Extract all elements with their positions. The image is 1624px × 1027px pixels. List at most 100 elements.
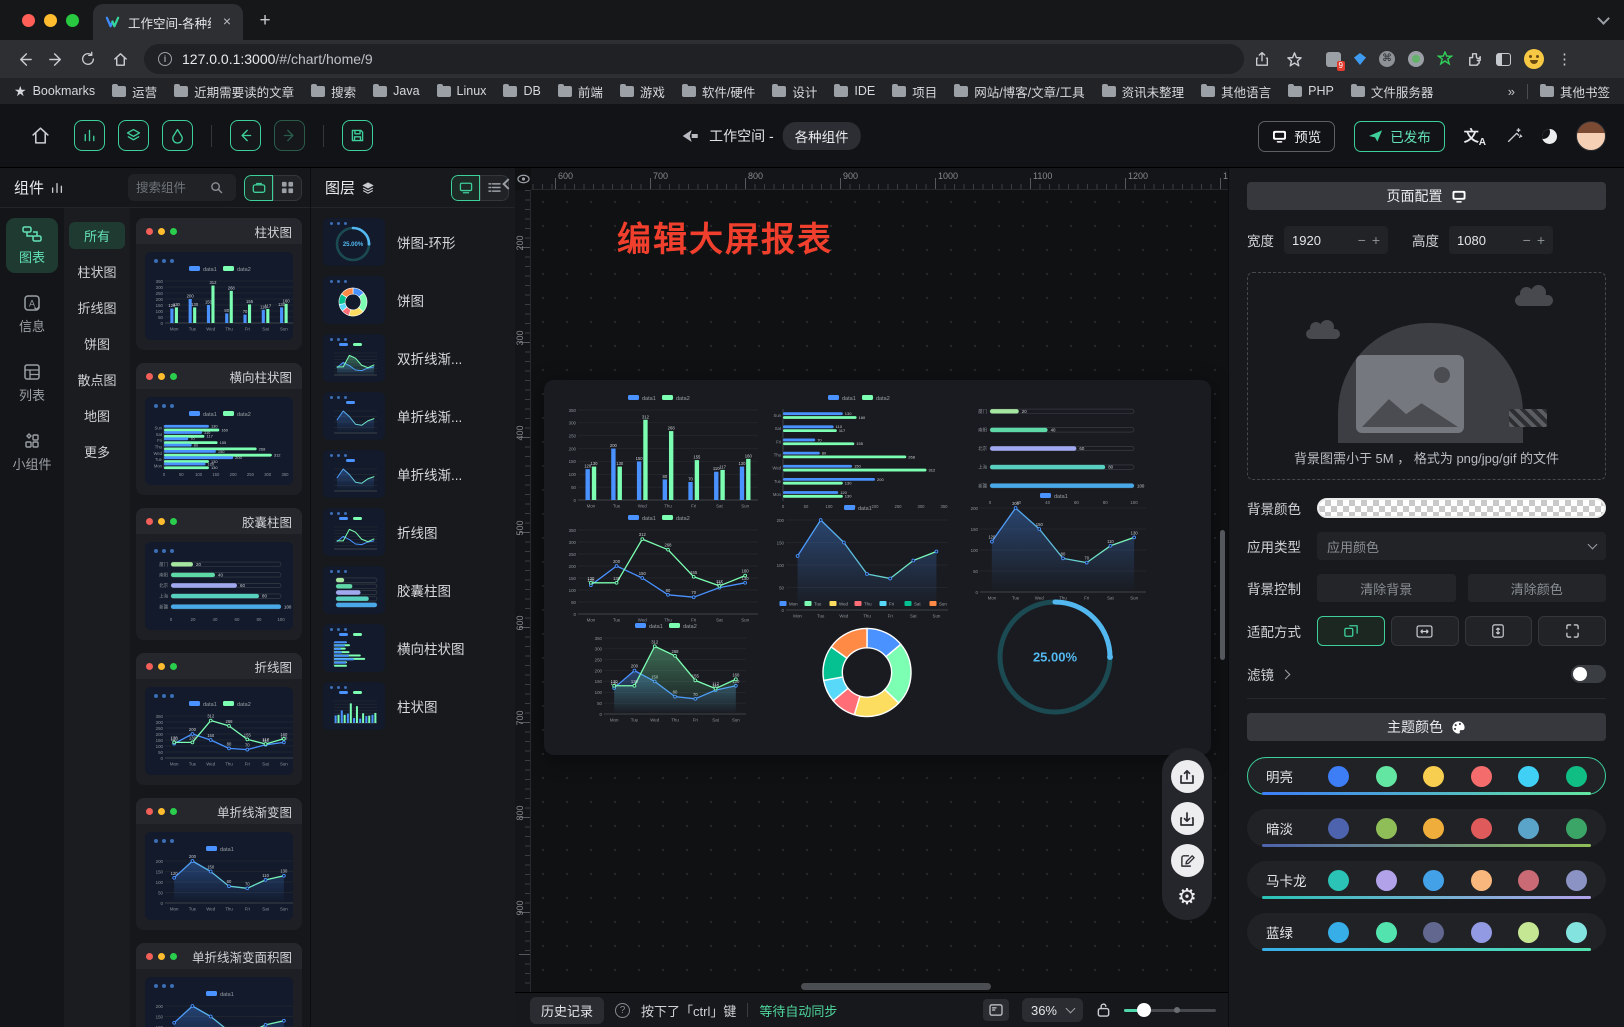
vertical-scrollbar[interactable] (1220, 530, 1225, 660)
layer-item[interactable]: 25.00%饼图-环形 (323, 218, 507, 266)
theme-color-dot[interactable] (1376, 818, 1397, 839)
minus-icon[interactable]: − (1358, 232, 1366, 248)
layers-panel-toggle[interactable] (118, 120, 149, 151)
side-panel-icon[interactable] (1496, 53, 1511, 66)
layer-item[interactable]: 单折线渐... (323, 392, 507, 440)
layer-item[interactable]: 柱状图 (323, 682, 507, 730)
extensions-puzzle-icon[interactable] (1466, 51, 1483, 68)
tab-close-icon[interactable]: × (219, 14, 235, 30)
theme-row-蓝绿[interactable]: 蓝绿 (1247, 913, 1606, 951)
preview-button[interactable]: 预览 (1258, 121, 1335, 152)
layer-list-view-toggle[interactable] (480, 175, 509, 201)
theme-color-dot[interactable] (1423, 766, 1444, 787)
bookmark-folder[interactable]: 软件/硬件 (682, 82, 755, 101)
download-action-button[interactable] (1171, 802, 1204, 835)
layer-item[interactable]: 横向柱状图 (323, 624, 507, 672)
dark-mode-icon[interactable] (1542, 129, 1557, 144)
chevron-right-icon[interactable] (1281, 669, 1291, 679)
save-button[interactable] (342, 120, 373, 151)
clear-color-button[interactable]: 清除颜色 (1468, 574, 1607, 602)
tab-search-chevron-icon[interactable] (1597, 12, 1610, 25)
maximize-window-icon[interactable] (66, 14, 79, 27)
theme-color-dot[interactable] (1423, 870, 1444, 891)
details-panel-toggle[interactable] (162, 120, 193, 151)
category-3[interactable]: 折线图 (69, 294, 125, 321)
background-upload-dropzone[interactable]: 背景图需小于 5M ， 格式为 png/jpg/gif 的文件 (1247, 272, 1606, 480)
theme-color-dot[interactable] (1328, 766, 1349, 787)
dashboard-chart-line-gradient-2[interactable]: data1050100150200MonTueWedThuFriSatSun12… (964, 490, 1150, 602)
dashboard-chart-ring[interactable]: 25.00% (980, 596, 1130, 718)
zoom-select[interactable]: 36% (1022, 998, 1083, 1022)
width-value[interactable]: 1920 (1292, 233, 1352, 248)
theme-color-dot[interactable] (1423, 818, 1444, 839)
layer-item[interactable]: 单折线渐... (323, 450, 507, 498)
close-window-icon[interactable] (22, 14, 35, 27)
theme-color-dot[interactable] (1566, 922, 1587, 943)
layer-item[interactable]: 胶囊柱图 (323, 566, 507, 614)
theme-color-dot[interactable] (1376, 766, 1397, 787)
bg-color-swatch[interactable] (1317, 498, 1606, 518)
theme-color-dot[interactable] (1423, 922, 1444, 943)
theme-color-dot[interactable] (1471, 818, 1492, 839)
theme-color-dot[interactable] (1471, 922, 1492, 943)
theme-color-header[interactable]: 主题颜色 (1247, 713, 1606, 741)
bookmark-folder[interactable]: IDE (834, 84, 875, 98)
dashboard-chart-area[interactable]: data1data2050100150200250300350MonTueWed… (588, 620, 750, 724)
board-title-text[interactable]: 编辑大屏报表 (617, 212, 833, 261)
layer-item[interactable]: 饼图 (323, 276, 507, 324)
publish-action-button[interactable] (1171, 760, 1204, 793)
component-card[interactable]: 单折线渐变图data1050100150200MonTueWedThuFriSa… (136, 798, 302, 930)
bookmark-folder[interactable]: 游戏 (620, 82, 665, 101)
bookmarks-root[interactable]: ★Bookmarks (14, 83, 95, 100)
publish-button[interactable]: 已发布 (1354, 121, 1445, 152)
clear-background-button[interactable]: 清除背景 (1317, 574, 1456, 602)
component-card[interactable]: 折线图data1data2050100150200250300350MonTue… (136, 653, 302, 785)
sidebar-tab-3[interactable]: 列表 (6, 356, 58, 411)
sidebar-tab-4[interactable]: 小组件 (6, 425, 58, 480)
height-stepper[interactable]: 1080 − + (1449, 226, 1553, 254)
zoom-slider[interactable] (1124, 1009, 1216, 1012)
category-2[interactable]: 柱状图 (69, 258, 125, 285)
filter-toggle[interactable] (1571, 665, 1606, 683)
component-card[interactable]: 横向柱状图data1data2050100150200250300350Sun1… (136, 363, 302, 495)
theme-color-dot[interactable] (1566, 870, 1587, 891)
bookmark-folder[interactable]: 搜索 (311, 82, 356, 101)
height-value[interactable]: 1080 (1457, 233, 1517, 248)
width-stepper[interactable]: 1920 − + (1284, 226, 1388, 254)
minus-icon[interactable]: − (1523, 232, 1531, 248)
theme-color-dot[interactable] (1471, 870, 1492, 891)
theme-color-dot[interactable] (1566, 766, 1587, 787)
theme-color-dot[interactable] (1566, 818, 1587, 839)
theme-color-dot[interactable] (1518, 870, 1539, 891)
plus-icon[interactable]: + (1372, 232, 1380, 248)
bookmark-folder[interactable]: DB (503, 84, 540, 98)
redo-button[interactable] (274, 120, 305, 151)
category-4[interactable]: 饼图 (69, 330, 125, 357)
extension-dot-icon[interactable] (1408, 51, 1424, 67)
theme-color-dot[interactable] (1376, 922, 1397, 943)
theme-row-暗淡[interactable]: 暗淡 (1247, 809, 1606, 847)
sidebar-tab-1[interactable]: 图表 (6, 218, 58, 273)
bookmark-folder[interactable]: 文件服务器 (1351, 82, 1434, 101)
bookmarks-overflow-icon[interactable]: » (1508, 84, 1515, 99)
theme-color-dot[interactable] (1518, 766, 1539, 787)
project-name-badge[interactable]: 各种组件 (783, 122, 861, 150)
bookmark-folder[interactable]: 资讯未整理 (1102, 82, 1185, 101)
category-5[interactable]: 散点图 (69, 366, 125, 393)
search-input[interactable] (136, 181, 206, 195)
theme-color-dot[interactable] (1518, 922, 1539, 943)
layout-preview-button[interactable] (983, 999, 1009, 1021)
app-home-button[interactable] (30, 125, 60, 146)
settings-gear-icon[interactable]: ⚙ (1177, 886, 1197, 908)
bookmark-folder[interactable]: 前端 (558, 82, 603, 101)
new-tab-button[interactable]: + (251, 8, 279, 36)
app-type-select[interactable]: 应用颜色 (1317, 532, 1606, 560)
extension-grid-icon[interactable]: 9 (1326, 52, 1341, 67)
theme-color-dot[interactable] (1328, 870, 1349, 891)
horizontal-scrollbar[interactable] (801, 983, 991, 990)
theme-color-dot[interactable] (1328, 922, 1349, 943)
forward-button[interactable] (42, 45, 70, 73)
dashboard-chart-bar[interactable]: data1data2050100150200250300350MonTueWed… (562, 392, 762, 510)
lock-icon[interactable] (1096, 1002, 1111, 1018)
component-search[interactable] (128, 174, 236, 201)
